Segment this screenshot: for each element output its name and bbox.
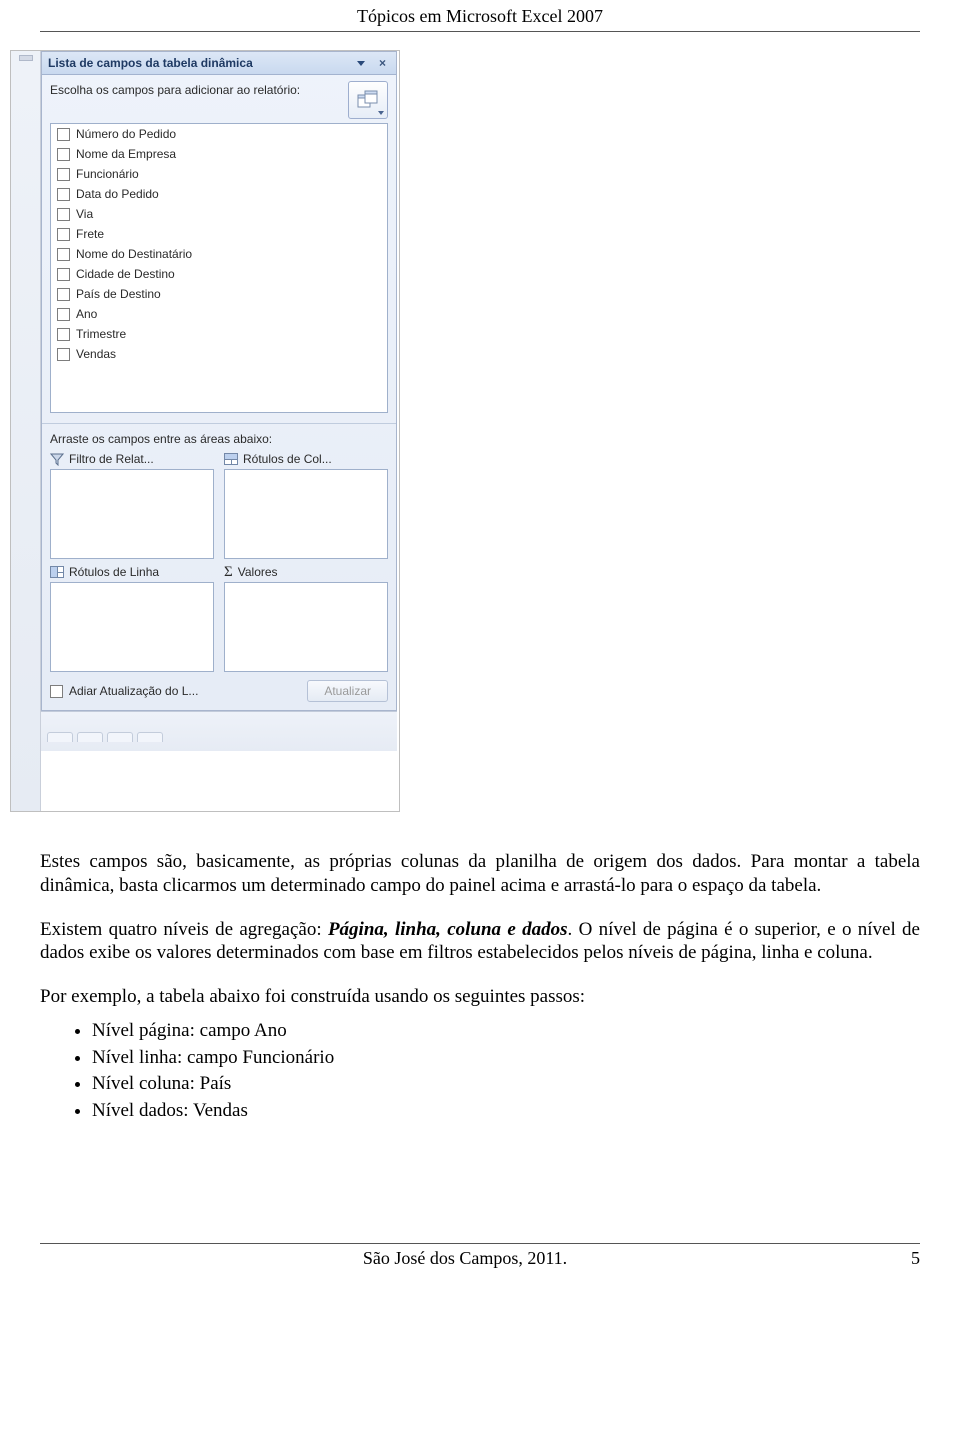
field-label: Funcionário bbox=[76, 167, 139, 181]
field-label: Número do Pedido bbox=[76, 127, 176, 141]
area-rows-label: Rótulos de Linha bbox=[69, 565, 159, 579]
list-item: Nível coluna: País bbox=[92, 1072, 920, 1096]
field-list-box[interactable]: Número do Pedido Nome da Empresa Funcion… bbox=[50, 123, 388, 413]
field-item[interactable]: Frete bbox=[51, 224, 387, 244]
area-columns-label: Rótulos de Col... bbox=[243, 452, 332, 466]
list-item: Nível linha: campo Funcionário bbox=[92, 1046, 920, 1070]
field-label: Data do Pedido bbox=[76, 187, 159, 201]
field-label: Nome da Empresa bbox=[76, 147, 176, 161]
field-item[interactable]: Número do Pedido bbox=[51, 124, 387, 144]
pane-titlebar[interactable]: Lista de campos da tabela dinâmica × bbox=[42, 52, 396, 75]
pivot-field-list-pane: Lista de campos da tabela dinâmica × Esc… bbox=[41, 51, 397, 711]
field-item[interactable]: Ano bbox=[51, 304, 387, 324]
field-item[interactable]: Data do Pedido bbox=[51, 184, 387, 204]
drop-area-filter[interactable] bbox=[50, 469, 214, 559]
drag-areas-label: Arraste os campos entre as áreas abaixo: bbox=[50, 424, 388, 450]
layout-icon bbox=[357, 90, 379, 110]
field-label: Via bbox=[76, 207, 93, 221]
doc-header-title: Tópicos em Microsoft Excel 2007 bbox=[40, 0, 920, 31]
checkbox[interactable] bbox=[57, 168, 70, 181]
defer-checkbox[interactable] bbox=[50, 685, 63, 698]
rows-icon bbox=[50, 566, 64, 578]
field-item[interactable]: Nome da Empresa bbox=[51, 144, 387, 164]
drop-area-rows[interactable] bbox=[50, 582, 214, 672]
pane-title-text: Lista de campos da tabela dinâmica bbox=[48, 56, 353, 70]
close-icon[interactable]: × bbox=[375, 56, 390, 70]
field-item[interactable]: País de Destino bbox=[51, 284, 387, 304]
checkbox[interactable] bbox=[57, 248, 70, 261]
drop-area-columns[interactable] bbox=[224, 469, 388, 559]
field-item[interactable]: Trimestre bbox=[51, 324, 387, 344]
field-label: Cidade de Destino bbox=[76, 267, 175, 281]
checkbox[interactable] bbox=[57, 308, 70, 321]
field-item[interactable]: Vendas bbox=[51, 344, 387, 364]
bullet-list: Nível página: campo Ano Nível linha: cam… bbox=[92, 1019, 920, 1123]
footer-page-number: 5 bbox=[890, 1248, 920, 1269]
layout-options-button[interactable] bbox=[348, 81, 388, 119]
columns-icon bbox=[224, 453, 238, 465]
field-label: País de Destino bbox=[76, 287, 161, 301]
checkbox[interactable] bbox=[57, 128, 70, 141]
field-item[interactable]: Nome do Destinatário bbox=[51, 244, 387, 264]
area-filter-label: Filtro de Relat... bbox=[69, 452, 154, 466]
checkbox[interactable] bbox=[57, 228, 70, 241]
field-label: Trimestre bbox=[76, 327, 126, 341]
list-item: Nível dados: Vendas bbox=[92, 1099, 920, 1123]
paragraph-2: Existem quatro níveis de agregação: Pági… bbox=[40, 918, 920, 966]
update-button[interactable]: Atualizar bbox=[307, 680, 388, 702]
footer-text: São José dos Campos, 2011. bbox=[40, 1248, 890, 1269]
field-label: Nome do Destinatário bbox=[76, 247, 192, 261]
filter-icon bbox=[50, 452, 64, 466]
sheet-tabs-strip bbox=[41, 711, 397, 751]
chevron-down-icon bbox=[378, 111, 384, 115]
sigma-icon: Σ bbox=[224, 565, 233, 579]
checkbox[interactable] bbox=[57, 328, 70, 341]
checkbox[interactable] bbox=[57, 148, 70, 161]
defer-layout-label: Adiar Atualização do L... bbox=[69, 684, 198, 698]
checkbox[interactable] bbox=[57, 188, 70, 201]
choose-fields-label: Escolha os campos para adicionar ao rela… bbox=[50, 81, 340, 98]
worksheet-edge bbox=[11, 51, 41, 811]
field-item[interactable]: Cidade de Destino bbox=[51, 264, 387, 284]
paragraph-1: Estes campos são, basicamente, as própri… bbox=[40, 850, 920, 898]
field-label: Ano bbox=[76, 307, 97, 321]
header-rule bbox=[40, 31, 920, 32]
footer-rule bbox=[40, 1243, 920, 1244]
checkbox[interactable] bbox=[57, 268, 70, 281]
paragraph-3: Por exemplo, a tabela abaixo foi constru… bbox=[40, 985, 920, 1009]
pane-menu-caret-icon[interactable] bbox=[357, 61, 365, 66]
pivot-field-list-screenshot: Lista de campos da tabela dinâmica × Esc… bbox=[10, 50, 400, 812]
checkbox[interactable] bbox=[57, 348, 70, 361]
area-values-label: Valores bbox=[238, 565, 278, 579]
field-item[interactable]: Funcionário bbox=[51, 164, 387, 184]
checkbox[interactable] bbox=[57, 288, 70, 301]
field-item[interactable]: Via bbox=[51, 204, 387, 224]
drop-area-values[interactable] bbox=[224, 582, 388, 672]
field-label: Vendas bbox=[76, 347, 116, 361]
field-label: Frete bbox=[76, 227, 104, 241]
list-item: Nível página: campo Ano bbox=[92, 1019, 920, 1043]
checkbox[interactable] bbox=[57, 208, 70, 221]
